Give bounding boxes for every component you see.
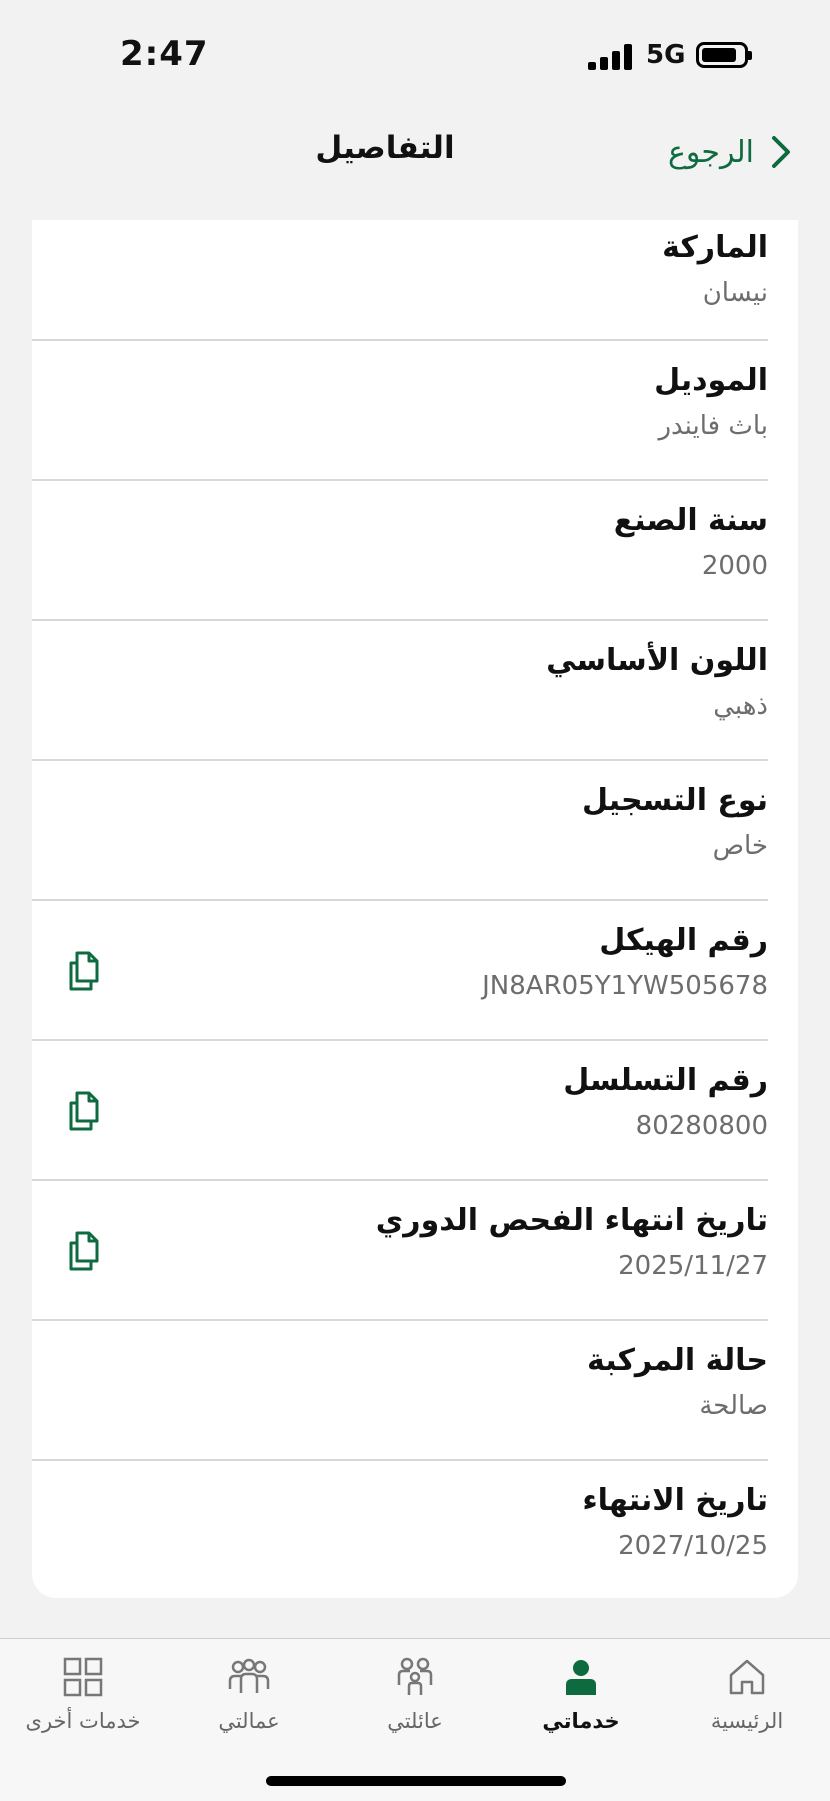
tab-label: الرئيسية xyxy=(710,1709,784,1733)
detail-value: 2025/11/27 xyxy=(618,1251,768,1281)
tab-home[interactable]: الرئيسية xyxy=(664,1655,830,1733)
copy-icon[interactable] xyxy=(62,1229,106,1273)
home-indicator[interactable] xyxy=(266,1776,566,1786)
detail-row-model: الموديل باث فايندر xyxy=(32,341,768,481)
tab-label: خدمات أخرى xyxy=(25,1709,141,1733)
detail-label: سنة الصنع xyxy=(613,503,768,538)
tab-workers[interactable]: عمالتي xyxy=(166,1655,332,1733)
detail-row-vehicle-status: حالة المركبة صالحة xyxy=(32,1321,768,1461)
detail-value: JN8AR05Y1YW505678 xyxy=(482,971,768,1001)
grid-icon xyxy=(63,1657,103,1697)
tab-my-services[interactable]: خدماتي xyxy=(498,1655,664,1733)
workers-icon xyxy=(228,1658,270,1693)
signal-icon xyxy=(588,44,632,70)
detail-label: اللون الأساسي xyxy=(546,643,768,678)
detail-value: 2027/10/25 xyxy=(618,1531,768,1561)
detail-label: تاريخ انتهاء الفحص الدوري xyxy=(375,1203,768,1238)
detail-row-make: الماركة نيسان xyxy=(32,220,768,341)
family-icon xyxy=(397,1657,433,1695)
detail-value: خاص xyxy=(712,831,768,861)
detail-value: ذهبي xyxy=(713,691,768,721)
detail-label: الموديل xyxy=(654,363,768,398)
detail-label: تاريخ الانتهاء xyxy=(582,1483,768,1518)
network-type: 5G xyxy=(646,40,686,70)
detail-row-year: سنة الصنع 2000 xyxy=(32,481,768,621)
detail-label: رقم الهيكل xyxy=(599,923,768,958)
detail-label: حالة المركبة xyxy=(587,1343,768,1378)
home-icon xyxy=(729,1659,765,1695)
detail-label: رقم التسلسل xyxy=(563,1063,768,1098)
back-label: الرجوع xyxy=(668,134,754,170)
details-card: الماركة نيسان الموديل باث فايندر سنة الص… xyxy=(32,220,798,1598)
back-button[interactable]: الرجوع xyxy=(668,132,794,172)
detail-row-serial-number: رقم التسلسل 80280800 xyxy=(32,1041,768,1181)
detail-row-chassis-number: رقم الهيكل JN8AR05Y1YW505678 xyxy=(32,901,768,1041)
tab-label: عائلتي xyxy=(387,1709,443,1733)
copy-icon[interactable] xyxy=(62,949,106,993)
detail-row-expiry-date: تاريخ الانتهاء 2027/10/25 xyxy=(32,1461,768,1601)
detail-label: الماركة xyxy=(662,230,768,265)
detail-value: صالحة xyxy=(699,1391,768,1421)
tab-other-services[interactable]: خدمات أخرى xyxy=(0,1655,166,1733)
person-icon xyxy=(566,1660,596,1695)
tab-family[interactable]: عائلتي xyxy=(332,1655,498,1733)
detail-row-registration-type: نوع التسجيل خاص xyxy=(32,761,768,901)
detail-value: نيسان xyxy=(702,278,768,308)
copy-icon[interactable] xyxy=(62,1089,106,1133)
nav-bar: التفاصيل الرجوع xyxy=(0,110,830,220)
detail-row-color: اللون الأساسي ذهبي xyxy=(32,621,768,761)
detail-value: باث فايندر xyxy=(658,411,768,441)
detail-value: 80280800 xyxy=(635,1111,768,1141)
detail-label: نوع التسجيل xyxy=(582,783,768,818)
tab-label: عمالتي xyxy=(218,1709,280,1733)
chevron-right-icon xyxy=(772,136,790,168)
status-bar: 2:47 5G xyxy=(0,0,830,110)
battery-icon xyxy=(696,42,752,68)
tab-label: خدماتي xyxy=(542,1709,620,1733)
detail-row-inspection-expiry: تاريخ انتهاء الفحص الدوري 2025/11/27 xyxy=(32,1181,768,1321)
detail-value: 2000 xyxy=(701,551,768,581)
status-time: 2:47 xyxy=(120,34,209,74)
